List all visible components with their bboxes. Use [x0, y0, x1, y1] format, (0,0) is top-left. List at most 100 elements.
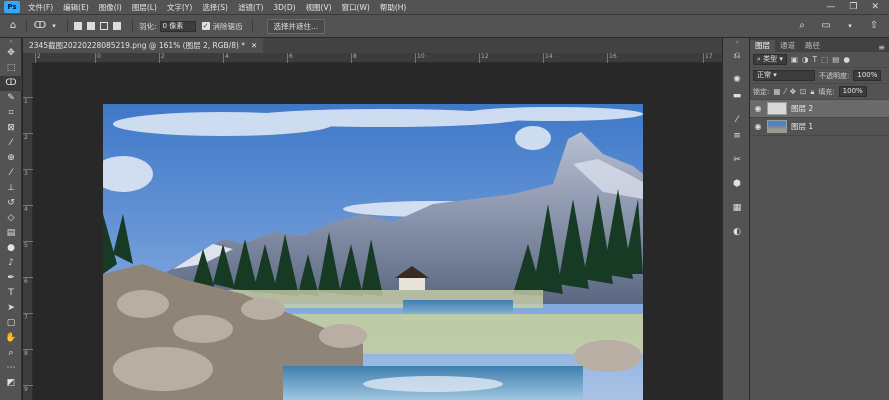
- close-window-button[interactable]: ✕: [871, 2, 879, 12]
- tab-paths[interactable]: 路径: [800, 40, 825, 52]
- eye-icon[interactable]: ◉: [753, 122, 763, 131]
- menu-image[interactable]: 图像(I): [99, 2, 122, 13]
- horizontal-ruler[interactable]: 2 0 2 4 6 8 10 12 14 16 17: [33, 53, 722, 63]
- menu-layer[interactable]: 图层(L): [132, 2, 157, 13]
- healing-tool-icon[interactable]: ⊕: [0, 151, 22, 166]
- workspace-icon[interactable]: ▭: [819, 19, 833, 33]
- subtract-selection-icon[interactable]: [100, 22, 108, 30]
- eyedropper-tool-icon[interactable]: ⁄: [0, 136, 22, 151]
- history-panel-icon[interactable]: ⎌: [723, 48, 751, 64]
- close-tab-icon[interactable]: ✕: [251, 41, 257, 50]
- lock-artboard-icon[interactable]: ⊡: [800, 87, 806, 96]
- menu-edit[interactable]: 编辑(E): [63, 2, 89, 13]
- chevron-down-icon[interactable]: ▾: [843, 19, 857, 33]
- eye-icon[interactable]: ◉: [753, 104, 763, 113]
- shape-tool-icon[interactable]: ▢: [0, 316, 22, 331]
- panel-collapse-icon[interactable]: »: [0, 38, 22, 46]
- home-icon[interactable]: ⌂: [6, 19, 20, 33]
- lock-all-icon[interactable]: 🔒︎: [810, 87, 814, 97]
- opacity-input[interactable]: 100%: [853, 70, 882, 81]
- chevron-down-icon[interactable]: ▾: [47, 19, 61, 33]
- color-swatch-icon[interactable]: ◩: [0, 376, 22, 391]
- lock-label: 锁定:: [753, 87, 770, 96]
- blur-tool-icon[interactable]: ●: [0, 241, 22, 256]
- lasso-tool-icon[interactable]: ↀ: [0, 76, 22, 91]
- brush-tool-icon[interactable]: ⁄: [0, 166, 22, 181]
- frame-tool-icon[interactable]: ⊠: [0, 121, 22, 136]
- menu-type[interactable]: 文字(Y): [167, 2, 192, 13]
- menu-help[interactable]: 帮助(H): [380, 2, 407, 13]
- restore-button[interactable]: ❐: [849, 2, 857, 12]
- kind-filter-value: 类型: [763, 55, 778, 63]
- dodge-tool-icon[interactable]: ♪: [0, 256, 22, 271]
- blend-mode-select[interactable]: 正常 ▾: [753, 70, 815, 81]
- crop-tool-icon[interactable]: ⌗: [0, 106, 22, 121]
- gradient-tool-icon[interactable]: ▤: [0, 226, 22, 241]
- ruler-tick: 9: [23, 385, 33, 393]
- type-tool-icon[interactable]: T: [0, 286, 22, 301]
- stamp-tool-icon[interactable]: ⊥: [0, 181, 22, 196]
- search-icon[interactable]: ⌕: [795, 19, 809, 33]
- intersect-selection-icon[interactable]: [113, 22, 121, 30]
- kind-filter-select[interactable]: ⌕ 类型 ▾: [753, 54, 787, 65]
- tools-preset-icon[interactable]: ✂: [723, 152, 751, 168]
- adjustments-panel-icon[interactable]: ▬: [723, 88, 751, 104]
- lock-transparency-icon[interactable]: ▦: [773, 87, 780, 96]
- eraser-tool-icon[interactable]: ◇: [0, 211, 22, 226]
- pen-tool-icon[interactable]: ✒: [0, 271, 22, 286]
- tab-layers[interactable]: 图层: [750, 40, 775, 52]
- antialias-checkbox[interactable]: ✓: [201, 22, 210, 30]
- color-panel-icon[interactable]: ✺: [723, 72, 751, 88]
- new-selection-icon[interactable]: [74, 22, 82, 30]
- tab-channels[interactable]: 通道: [775, 40, 800, 52]
- menu-view[interactable]: 视图(V): [306, 2, 332, 13]
- brush-settings-icon[interactable]: ⁄: [723, 112, 751, 128]
- lock-pixels-icon[interactable]: ⁄: [784, 87, 785, 96]
- layer-row[interactable]: ◉ 图层 2: [750, 100, 889, 118]
- properties-panel-icon[interactable]: ≡: [723, 128, 751, 144]
- layer-row[interactable]: ◉ 图层 1: [750, 118, 889, 136]
- menu-filter[interactable]: 滤镜(T): [238, 2, 263, 13]
- menu-select[interactable]: 选择(S): [202, 2, 228, 13]
- ruler-tick: 8: [351, 53, 357, 63]
- feather-input[interactable]: 0 像素: [159, 20, 196, 32]
- menu-window[interactable]: 窗口(W): [342, 2, 370, 13]
- styles-panel-icon[interactable]: ◐: [723, 224, 751, 240]
- move-tool-icon[interactable]: ✥: [0, 46, 22, 61]
- filter-adjust-icon[interactable]: ◑: [802, 55, 809, 64]
- lock-position-icon[interactable]: ✥: [790, 87, 796, 96]
- lasso-icon[interactable]: ↀ: [33, 19, 47, 33]
- quick-select-tool-icon[interactable]: ✎: [0, 91, 22, 106]
- ruler-tick: 6: [23, 277, 33, 285]
- panel-menu-icon[interactable]: ≡: [878, 43, 889, 52]
- fill-input[interactable]: 100%: [838, 86, 867, 97]
- filter-smart-icon[interactable]: ▤: [832, 55, 839, 64]
- menu-file[interactable]: 文件(F): [28, 2, 53, 13]
- select-and-mask-button[interactable]: 选择并遮住...: [266, 18, 326, 34]
- menu-3d[interactable]: 3D(D): [273, 3, 295, 12]
- path-select-tool-icon[interactable]: ➤: [0, 301, 22, 316]
- minimize-button[interactable]: —: [826, 2, 835, 12]
- swatches-panel-icon[interactable]: ⬢: [723, 176, 751, 192]
- filter-type-icon[interactable]: T: [813, 55, 818, 64]
- grid-panel-icon[interactable]: ▦: [723, 200, 751, 216]
- vertical-ruler[interactable]: 1 2 3 4 5 6 7 8 9: [23, 63, 33, 400]
- document-tab-title: 2345截图20220228085219.png @ 161% (图层 2, R…: [29, 41, 246, 50]
- document-tab[interactable]: 2345截图20220228085219.png @ 161% (图层 2, R…: [23, 38, 264, 53]
- hand-tool-icon[interactable]: ✋: [0, 331, 22, 346]
- add-selection-icon[interactable]: [87, 22, 95, 30]
- ruler-tick: 2: [159, 53, 165, 63]
- document-image[interactable]: [103, 104, 643, 400]
- panel-collapse-icon[interactable]: «: [723, 38, 751, 48]
- share-icon[interactable]: ⇧: [867, 19, 881, 33]
- filter-pixel-icon[interactable]: ▣: [791, 55, 798, 64]
- filter-shape-icon[interactable]: ⬚: [821, 55, 828, 64]
- more-tools-icon[interactable]: ⋯: [0, 361, 22, 376]
- layer-name[interactable]: 图层 2: [791, 103, 813, 114]
- history-brush-icon[interactable]: ↺: [0, 196, 22, 211]
- ruler-tick: 17: [703, 53, 713, 63]
- marquee-tool-icon[interactable]: ⬚: [0, 61, 22, 76]
- filter-toggle-icon[interactable]: ●: [843, 55, 850, 64]
- layer-name[interactable]: 图层 1: [791, 121, 813, 132]
- zoom-tool-icon[interactable]: ⌕: [0, 346, 22, 361]
